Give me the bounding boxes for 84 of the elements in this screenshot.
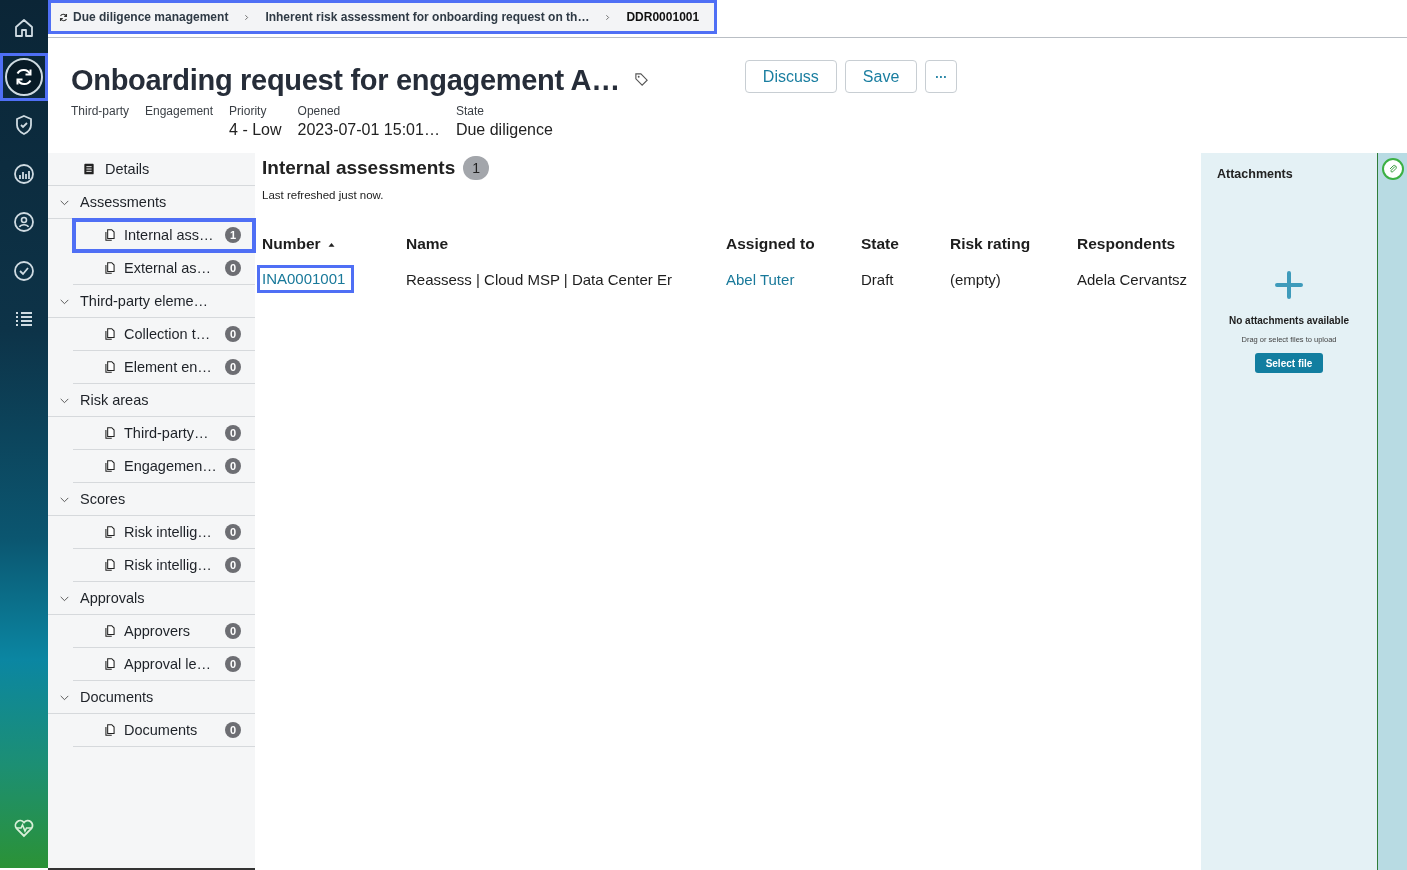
document-icon [103,657,117,671]
document-icon [103,558,117,572]
breadcrumb-link[interactable]: Due diligence management [58,10,229,24]
field-label: Third-party [71,104,129,118]
column-header[interactable]: Risk rating [950,226,1077,262]
count-badge: 0 [225,557,241,573]
field-label: Priority [229,104,268,118]
column-header[interactable]: Name [406,226,726,262]
check-circle-icon [12,258,36,283]
field-label: State [455,104,485,118]
more-button[interactable]: ··· [925,60,958,93]
count-badge: 1 [225,227,241,243]
sidebar-item[interactable]: Details [48,153,255,186]
sidebar-item[interactable]: External as… 0 [73,252,255,285]
count-badge: 0 [225,425,241,441]
column-header[interactable]: Number [262,226,406,262]
document-icon [103,723,117,737]
sidebar-item[interactable]: Collection t… 0 [73,318,255,351]
count-badge: 0 [225,524,241,540]
document-icon [103,624,117,638]
sidebar-item[interactable]: Element en… 0 [73,351,255,384]
table-cell: Draft [861,270,894,288]
people-icon [12,210,36,235]
document-icon [103,261,117,275]
table-cell: (empty) [950,270,1001,288]
count-badge: 0 [225,359,241,375]
tag-icon [633,72,649,87]
document-icon [103,525,117,539]
document-icon [103,360,117,374]
attachment-button[interactable] [1381,158,1404,180]
nav-button[interactable] [0,52,48,101]
plus-icon [1273,269,1305,301]
sidebar-item[interactable]: Risk intellig… 0 [73,516,255,549]
field-value: 2023-07-01 15:01… [297,121,440,139]
document-icon [82,162,96,176]
count-badge: 0 [225,623,241,639]
count-badge: 0 [225,656,241,672]
record-link[interactable]: Abel Tuter [726,270,795,288]
record-link[interactable]: INA0001001 [257,265,355,293]
column-header[interactable]: State [861,226,950,262]
table-cell: Reassess | Cloud MSP | Data Center Er [406,270,672,288]
chevron-right-icon [242,12,252,22]
refresh-status: Last refreshed just now. [262,189,385,201]
table-cell: Adela Cervantsz [1077,270,1188,288]
column-header[interactable]: Assigned to [726,226,861,262]
sidebar-group[interactable]: Third-party eleme… [48,285,255,318]
sidebar-group[interactable]: Approvals [48,582,255,615]
refresh-icon [58,11,69,23]
count-badge: 1 [463,156,490,180]
document-icon [103,327,117,341]
count-badge: 0 [225,326,241,342]
sidebar-group[interactable]: Scores [48,483,255,516]
sidebar-item[interactable]: Documents 0 [73,714,255,747]
action-button[interactable]: Discuss [744,60,837,93]
count-badge: 0 [225,260,241,276]
empty-message: No attachments available [1228,315,1349,326]
column-header[interactable]: Respondents [1077,226,1201,262]
record-title: Onboarding request for engagement A… [71,64,620,97]
sidebar-group[interactable]: Risk areas [48,384,255,417]
sidebar-item[interactable]: Internal ass… 1 [73,219,255,252]
document-icon [103,228,117,242]
sidebar-group[interactable]: Assessments [48,186,255,219]
count-badge: 0 [225,722,241,738]
chevron-right-icon [603,12,613,22]
sidebar-item[interactable]: Approvers 0 [73,615,255,648]
field-label: Opened [297,104,342,118]
document-icon [103,459,117,473]
breadcrumb-link[interactable]: DDR0001001 [626,10,700,24]
count-badge: 0 [225,458,241,474]
sidebar-item[interactable]: Engagemen… 0 [73,450,255,483]
field-value: Due diligence [455,121,553,139]
field-label: Engagement [145,104,214,118]
sidebar-item[interactable]: Risk intellig… 0 [73,549,255,582]
chart-icon [12,161,36,186]
select-file-button[interactable]: Select file [1254,353,1324,373]
list-title: Internal assessments [262,157,456,179]
panel-title: Attachments [1217,167,1294,181]
breadcrumb-link[interactable]: Inherent risk assessment for onboarding request on th… [265,10,590,24]
sidebar-item[interactable]: Approval le… 0 [73,648,255,681]
document-icon [103,426,117,440]
field-value: 4 - Low [229,121,282,139]
sidebar-group[interactable]: Documents [48,681,255,714]
sidebar-item[interactable]: Third-party… 0 [73,417,255,450]
action-button[interactable]: Save [844,60,918,93]
